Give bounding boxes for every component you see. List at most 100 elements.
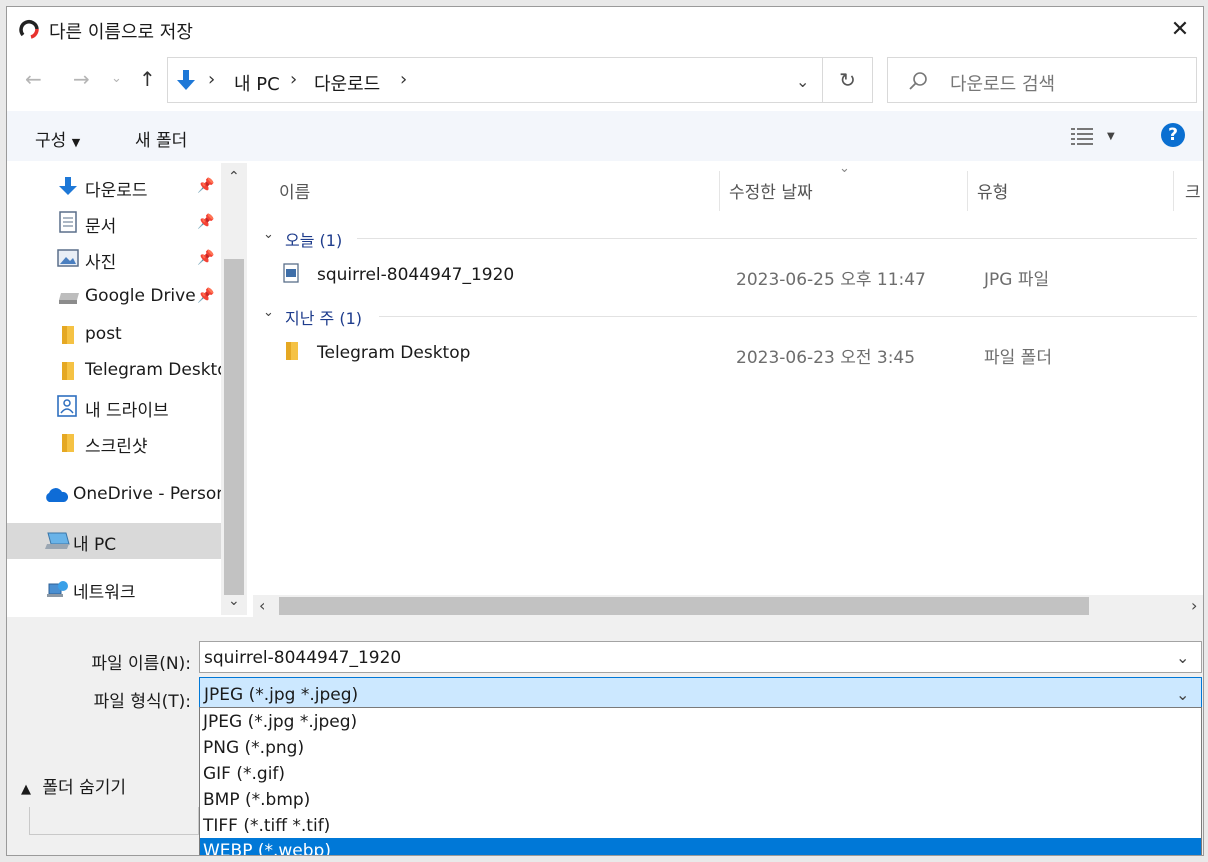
nav-item-documents[interactable]: 문서 📌: [7, 205, 221, 241]
nav-item-label: 다운로드: [85, 181, 148, 201]
nav-item-pictures[interactable]: 사진 📌: [7, 241, 221, 277]
breadcrumb-separator: ›: [400, 69, 408, 90]
nav-item-downloads[interactable]: 다운로드 📌: [7, 169, 221, 205]
chevron-down-icon: ⌄: [796, 72, 810, 91]
hide-folders-label: 폴더 숨기기: [42, 778, 127, 798]
column-header-name[interactable]: 이름: [279, 178, 310, 203]
pin-icon: 📌: [197, 178, 215, 194]
search-icon: [909, 72, 927, 90]
nav-item-screenshots[interactable]: 스크린샷: [7, 425, 221, 461]
filetype-option-png[interactable]: PNG (*.png): [200, 735, 1201, 761]
nav-item-post[interactable]: post: [7, 317, 221, 353]
close-button[interactable]: ✕: [1157, 7, 1203, 51]
group-divider: [379, 316, 1197, 317]
sort-indicator-icon: ⌄: [839, 161, 850, 176]
back-button[interactable]: ←: [25, 67, 42, 91]
file-row[interactable]: squirrel-8044947_1920 2023-06-25 오후 11:4…: [275, 257, 1195, 295]
nav-item-label: post: [85, 324, 122, 344]
chevron-down-icon[interactable]: ⌄: [1176, 648, 1189, 667]
pin-icon: 📌: [197, 250, 215, 266]
address-dropdown-button[interactable]: ⌄: [796, 72, 809, 91]
scrollbar-thumb[interactable]: [279, 597, 1089, 615]
scroll-right-icon[interactable]: ›: [1191, 596, 1197, 615]
nav-item-onedrive[interactable]: OneDrive - Person: [7, 477, 221, 513]
picture-icon: [57, 249, 79, 267]
filetype-option-webp[interactable]: WEBP (*.webp): [200, 838, 1201, 855]
organize-label: 구성: [35, 131, 67, 151]
file-name: squirrel-8044947_1920: [317, 265, 515, 285]
nav-item-network[interactable]: 네트워크: [7, 571, 221, 607]
filetype-option-gif[interactable]: GIF (*.gif): [200, 761, 1201, 787]
shortcut-icon: [57, 395, 77, 417]
nav-item-google-drive[interactable]: Google Drive 📌: [7, 279, 221, 315]
scroll-down-icon[interactable]: ⌄: [228, 593, 240, 609]
command-bar: 구성 ▼ 새 폴더 ▼ ?: [7, 111, 1203, 161]
new-folder-button[interactable]: 새 폴더: [135, 126, 187, 151]
up-button[interactable]: ↑: [139, 67, 156, 91]
file-list: 이름 ⌄ 수정한 날짜 유형 크 ⌄ 오늘 (1) squirrel-80449…: [247, 161, 1203, 595]
partial-button-outline: [29, 807, 199, 835]
breadcrumb-downloads[interactable]: 다운로드: [314, 70, 380, 96]
chevron-up-icon: ▲: [21, 782, 31, 797]
navigation-scrollbar[interactable]: ⌃ ⌄: [221, 163, 247, 615]
folder-icon: [62, 326, 74, 344]
view-dropdown-caret-icon[interactable]: ▼: [1107, 131, 1115, 142]
file-modified: 2023-06-23 오전 3:45: [736, 348, 916, 368]
nav-item-label: 문서: [85, 217, 117, 237]
hide-folders-button[interactable]: ▲ 폴더 숨기기: [21, 773, 126, 798]
help-icon[interactable]: ?: [1161, 123, 1185, 147]
window-title: 다른 이름으로 저장: [49, 22, 193, 43]
search-box[interactable]: 다운로드 검색: [887, 57, 1197, 103]
filetype-option-tiff[interactable]: TIFF (*.tiff *.tif): [200, 813, 1201, 839]
filetype-option-jpeg[interactable]: JPEG (*.jpg *.jpeg): [200, 709, 1201, 735]
address-bar[interactable]: › 내 PC › 다운로드 › ⌄: [167, 57, 823, 103]
nav-item-my-pc[interactable]: 내 PC: [7, 523, 221, 559]
breadcrumb-separator: ›: [290, 69, 298, 90]
organize-button[interactable]: 구성 ▼: [35, 126, 80, 151]
recent-locations-button[interactable]: ⌄: [111, 71, 122, 86]
nav-item-label: 내 PC: [73, 535, 117, 555]
title-bar: 다른 이름으로 저장 ✕: [7, 7, 1203, 51]
filetype-option-bmp[interactable]: BMP (*.bmp): [200, 787, 1201, 813]
column-header-type[interactable]: 유형: [977, 178, 1008, 203]
chevron-down-icon[interactable]: ⌄: [1176, 685, 1189, 704]
view-options-icon[interactable]: [1071, 126, 1095, 146]
nav-item-telegram-desktop[interactable]: Telegram Deskto: [7, 353, 221, 389]
column-header-size[interactable]: 크: [1185, 178, 1201, 203]
save-as-dialog: 다른 이름으로 저장 ✕ ← → ⌄ ↑ › 내 PC › 다운로드 › ⌄ ↻…: [6, 6, 1204, 856]
breadcrumb-my-pc[interactable]: 내 PC: [234, 70, 280, 96]
close-icon: ✕: [1170, 16, 1190, 42]
column-header-modified[interactable]: 수정한 날짜: [729, 178, 813, 203]
cloud-icon: [46, 488, 69, 502]
scroll-up-icon[interactable]: ⌃: [228, 169, 240, 185]
filetype-select[interactable]: JPEG (*.jpg *.jpeg) ⌄: [199, 677, 1202, 711]
group-header-today[interactable]: 오늘 (1): [285, 227, 342, 251]
group-collapse-icon[interactable]: ⌄: [263, 305, 274, 320]
computer-icon: [45, 532, 70, 549]
breadcrumb-separator: ›: [208, 69, 216, 90]
group-divider: [357, 238, 1197, 239]
forward-button[interactable]: →: [73, 67, 90, 91]
network-icon: [47, 581, 68, 597]
chevron-down-icon: ⌄: [111, 71, 122, 86]
column-divider: [967, 171, 968, 211]
app-icon: [19, 20, 39, 39]
scrollbar-thumb[interactable]: [224, 259, 244, 595]
file-list-horizontal-scrollbar[interactable]: ‹ ›: [253, 595, 1203, 617]
image-file-icon: [283, 263, 299, 283]
nav-item-label: OneDrive - Person: [73, 484, 221, 504]
up-arrow-icon: ↑: [139, 67, 156, 91]
folder-icon: [286, 342, 298, 360]
filename-input[interactable]: squirrel-8044947_1920 ⌄: [199, 641, 1202, 673]
document-icon: [59, 211, 77, 233]
file-row[interactable]: Telegram Desktop 2023-06-23 오전 3:45 파일 폴…: [275, 335, 1195, 373]
file-type: 파일 폴더: [984, 348, 1052, 368]
group-header-last-week[interactable]: 지난 주 (1): [285, 305, 362, 329]
column-divider: [719, 171, 720, 211]
nav-item-my-drive[interactable]: 내 드라이브: [7, 389, 221, 425]
scroll-left-icon[interactable]: ‹: [259, 596, 265, 615]
refresh-button[interactable]: ↻: [823, 57, 873, 103]
filetype-label: 파일 형식(T):: [93, 692, 191, 712]
group-collapse-icon[interactable]: ⌄: [263, 227, 274, 242]
folder-icon: [62, 434, 74, 452]
